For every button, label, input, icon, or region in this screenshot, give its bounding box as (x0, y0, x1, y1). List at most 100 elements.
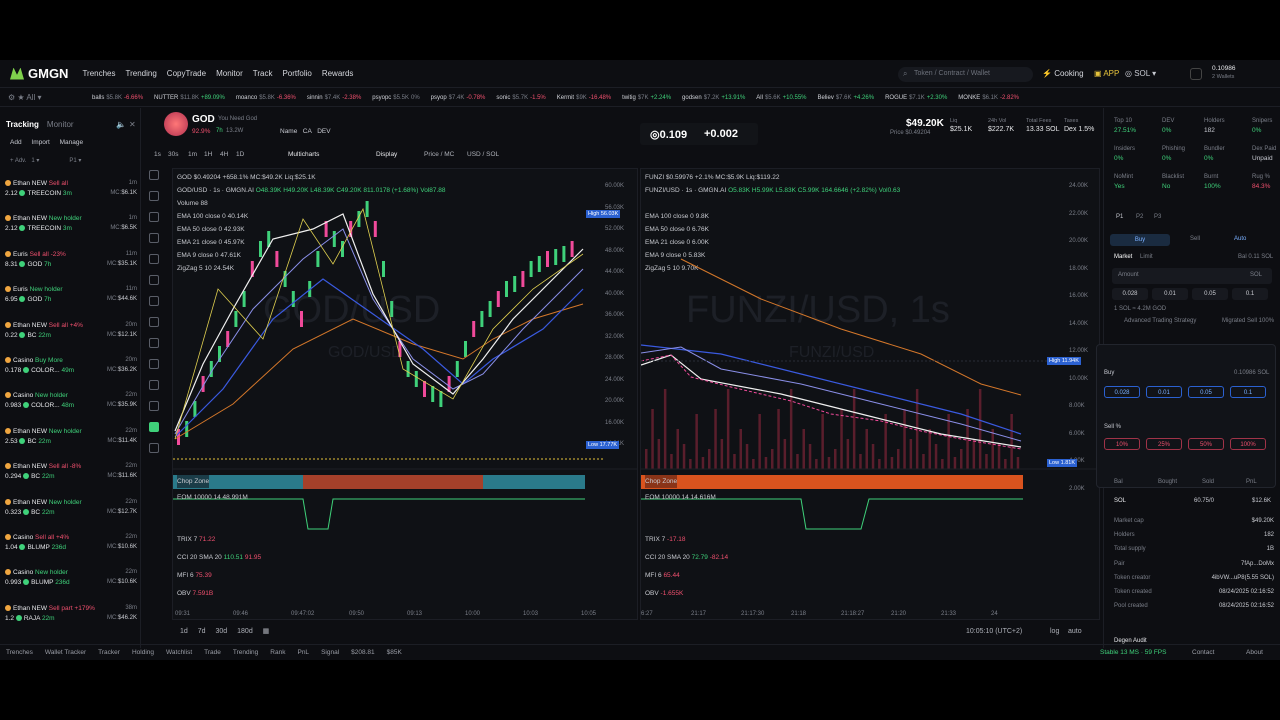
quick-amount-button[interactable]: 0.028 (1112, 288, 1148, 300)
tracker-token[interactable]: BLUMP (31, 579, 53, 586)
multicharts-button[interactable]: Multicharts (288, 151, 319, 158)
bottom-item[interactable]: Watchlist (166, 649, 192, 656)
ticker-item[interactable]: Kermit $9K -16.48% (557, 95, 611, 101)
tracker-row[interactable]: Euris Sell all -23% 11m 8.31 GOD 7h MC:$35.… (5, 250, 137, 285)
ticker-item[interactable]: All $5.6K +10.55% (756, 95, 806, 101)
bottom-item[interactable]: Trenches (6, 649, 33, 656)
tracker-token[interactable]: TREECOIN (27, 225, 61, 232)
tracker-token[interactable]: COLOR... (31, 402, 60, 409)
nav-portfolio[interactable]: Portfolio (282, 69, 311, 78)
crosshair-icon[interactable] (149, 170, 159, 180)
zoom-icon[interactable] (149, 338, 159, 348)
nav-track[interactable]: Track (253, 69, 273, 78)
wallet-icon[interactable] (1190, 68, 1202, 80)
about-link[interactable]: About (1246, 649, 1263, 656)
tracker-row[interactable]: Casino New holder 22m 0.993 BLUMP 236d MC:$… (5, 569, 137, 603)
nav-monitor[interactable]: Monitor (216, 69, 243, 78)
app-button[interactable]: ▣ APP (1094, 69, 1119, 78)
tracker-token[interactable]: TREECOIN (27, 190, 61, 197)
text-icon[interactable] (149, 275, 159, 285)
ticker-item[interactable]: psyopc $5.5K 0% (372, 95, 419, 101)
magnet-icon[interactable] (149, 359, 159, 369)
calendar-icon[interactable]: ▦ (263, 628, 270, 635)
tracker-token[interactable]: GOD (27, 261, 42, 268)
tracker-row[interactable]: Ethan NEW Sell part +179% 38m 1.2 RAJA 22m… (5, 604, 137, 639)
dev-search-button[interactable]: DEV (317, 128, 330, 135)
migrated-sell-toggle[interactable]: Migrated Sell 100% (1222, 318, 1274, 324)
ticker-item[interactable]: sonic $5.7K -1.5% (496, 95, 545, 101)
mini-buy-button[interactable]: 0.05 (1188, 386, 1224, 398)
bottom-item[interactable]: $85K (387, 649, 402, 656)
ruler-icon[interactable] (149, 317, 159, 327)
close-icon[interactable]: ✕ (129, 120, 136, 129)
preset-p2[interactable]: P2 (1136, 214, 1143, 220)
interval-30s[interactable]: 30s (168, 151, 178, 158)
search-input[interactable]: ⌕ Token / Contract / Wallet (898, 67, 1033, 82)
range-7d[interactable]: 7d (198, 628, 206, 635)
price-mc-toggle[interactable]: Price / MC (424, 151, 454, 158)
tracker-row[interactable]: Casino Sell all +4% 22m 1.04 BLUMP 236d MC:… (5, 534, 137, 568)
tracker-token[interactable]: BC (31, 509, 40, 516)
interval-1d[interactable]: 1D (236, 151, 244, 158)
tracker-filters[interactable]: + Adv. 1 ▾ P1 ▾ (10, 157, 132, 167)
wallet-balance[interactable]: 0.10986 (1212, 65, 1236, 72)
tracker-row[interactable]: Euris New holder 11m 6.95 GOD 7h MC:$44.6K (5, 286, 137, 320)
tracker-token[interactable]: BC (27, 438, 36, 445)
tracker-row[interactable]: Ethan NEW New holder 22m 2.53 BC 22m MC:$11… (5, 427, 137, 462)
manage-button[interactable]: Manage (60, 139, 84, 146)
buy-tab[interactable]: Buy (1110, 234, 1170, 246)
bottom-item[interactable]: Tracker (98, 649, 120, 656)
auto-toggle[interactable]: auto (1068, 628, 1082, 635)
preset-p1[interactable]: P1 (1116, 214, 1123, 220)
ticker-item[interactable]: sinnin $7.4K -2.38% (307, 95, 361, 101)
tracker-token[interactable]: BC (31, 473, 40, 480)
ticker-item[interactable]: godsen $7.2K +13.91% (682, 95, 745, 101)
range-1d[interactable]: 1d (180, 628, 188, 635)
display-button[interactable]: Display (376, 151, 397, 158)
tracker-row[interactable]: Ethan NEW Sell all 1m 2.12 TREECOIN 3m MC:$… (5, 180, 137, 214)
contact-link[interactable]: Contact (1192, 649, 1214, 656)
eye-icon[interactable] (149, 401, 159, 411)
nav-trenches[interactable]: Trenches (82, 69, 115, 78)
nav-rewards[interactable]: Rewards (322, 69, 354, 78)
tracker-row[interactable]: Casino Buy More 20m 0.178 COLOR... 49m MC:$… (5, 357, 137, 391)
ca-search-button[interactable]: CA (303, 128, 312, 135)
range-180d[interactable]: 180d (237, 628, 253, 635)
add-button[interactable]: Add (10, 139, 22, 146)
ticker-item[interactable]: moanco $5.8K -6.36% (236, 95, 296, 101)
tracker-row[interactable]: Casino New holder 22m 0.983 COLOR... 48m MC… (5, 392, 137, 426)
ticker-item[interactable]: balls $5.8K -6.66% (92, 95, 143, 101)
trendline-icon[interactable] (149, 191, 159, 201)
limit-tab[interactable]: Limit (1140, 254, 1153, 260)
interval-1s[interactable]: 1s (154, 151, 161, 158)
chain-selector[interactable]: ◎ SOL ▾ (1125, 69, 1156, 78)
name-search-button[interactable]: Name (280, 128, 297, 135)
tracker-token[interactable]: BC (27, 332, 36, 339)
tracker-token[interactable]: BLUMP (27, 544, 49, 551)
bottom-item[interactable]: Trade (204, 649, 221, 656)
advanced-strategy-toggle[interactable]: Advanced Trading Strategy (1124, 318, 1196, 324)
favorite-tool-icon[interactable] (149, 422, 159, 432)
preset-p3[interactable]: P3 (1154, 214, 1161, 220)
bottom-item[interactable]: Rank (270, 649, 285, 656)
sell-tab[interactable]: Sell (1190, 236, 1200, 242)
tracker-token[interactable]: RAJA (24, 615, 40, 622)
quick-amount-button[interactable]: 0.05 (1192, 288, 1228, 300)
tab-tracking[interactable]: Tracking (6, 120, 39, 129)
quick-amount-button[interactable]: 0.1 (1232, 288, 1268, 300)
mute-icon[interactable]: 🔈 (116, 120, 126, 129)
brush-icon[interactable] (149, 254, 159, 264)
hline-icon[interactable] (149, 212, 159, 222)
tracker-row[interactable]: Ethan NEW Sell all -8% 22m 0.294 BC 22m MC:… (5, 463, 137, 497)
auto-tab[interactable]: Auto (1234, 236, 1246, 242)
tab-monitor[interactable]: Monitor (47, 120, 74, 129)
tracker-row[interactable]: Ethan NEW New holder 22m 0.323 BC 22m MC:$1… (5, 498, 137, 533)
ticker-item[interactable]: ROGUE $7.1K +2.30% (885, 95, 947, 101)
mini-sell-button[interactable]: 50% (1188, 438, 1224, 450)
tracker-row[interactable]: Ethan NEW Sell all +4% 20m 0.22 BC 22m MC:$… (5, 321, 137, 356)
mini-sell-button[interactable]: 100% (1230, 438, 1266, 450)
ticker-item[interactable]: psyop $7.4K -0.78% (431, 95, 486, 101)
chart-funzi[interactable]: FUNZI/USD, 1s FUNZI/USD FUNZI $0.59976 +… (640, 168, 1100, 620)
bottom-item[interactable]: Trending (233, 649, 258, 656)
interval-4h[interactable]: 4H (220, 151, 228, 158)
